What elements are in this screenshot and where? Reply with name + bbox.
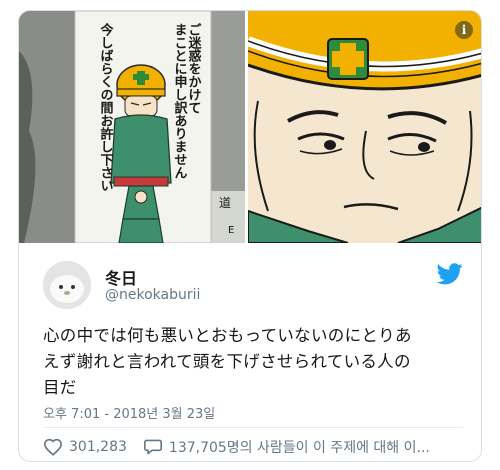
tweet-actions: 301,283 137,705명의 사람들이 이 주제에 대해 이...: [43, 437, 446, 457]
like-action[interactable]: 301,283: [43, 438, 127, 456]
sign-edge-text: E: [228, 225, 234, 236]
divider: [43, 427, 463, 428]
worker-sign-illustration: ご迷惑をかけて まことに申し訳ありません 今しばらくの間お許し下さい 道 E: [19, 11, 245, 243]
replies-action[interactable]: 137,705명의 사람들이 이 주제에 대해 이...: [143, 437, 430, 457]
like-count: 301,283: [69, 439, 127, 455]
tweet-header: 冬日 @nekokaburii: [43, 261, 463, 311]
tweet-text-line: 目だ: [43, 378, 77, 397]
tweet-card[interactable]: ご迷惑をかけて まことに申し訳ありません 今しばらくの間お許し下さい 道 E i…: [18, 10, 482, 462]
sign-corner-text: 道: [219, 196, 231, 210]
tweet-text-line: えず謝れと言われて頭を下げさせられている人の: [43, 352, 411, 371]
media-photo-left[interactable]: ご迷惑をかけて まことに申し訳ありません 今しばらくの間お許し下さい 道 E: [19, 11, 248, 243]
heart-icon: [43, 438, 63, 456]
sign-text-col-1: ご迷惑をかけて: [186, 22, 203, 114]
display-name[interactable]: 冬日: [105, 265, 137, 289]
tweet-text-line: 心の中では何も悪いとおもっていないのにとりあ: [43, 326, 412, 345]
user-handle[interactable]: @nekokaburii: [105, 287, 200, 303]
cat-avatar-icon: [43, 261, 91, 309]
tweet-timestamp[interactable]: 오후 7:01 - 2018년 3월 23일: [43, 403, 215, 422]
speech-bubble-icon: [143, 439, 162, 455]
media-grid: ご迷惑をかけて まことに申し訳ありません 今しばらくの間お許し下さい 道 E i: [19, 11, 481, 243]
media-photo-right[interactable]: i: [248, 11, 481, 243]
sign-text-col-2: まことに申し訳ありません: [172, 23, 188, 179]
replies-summary: 137,705명의 사람들이 이 주제에 대해 이...: [168, 440, 430, 456]
avatar[interactable]: [43, 261, 91, 309]
twitter-bird-icon[interactable]: [437, 263, 463, 285]
info-icon[interactable]: i: [455, 21, 473, 39]
sign-text-col-3: 今しばらくの間お許し下さい: [98, 22, 115, 192]
worker-face-closeup: [248, 11, 481, 243]
tweet-text: 心の中では何も悪いとおもっていないのにとりあ えず謝れと言われて頭を下げさせられ…: [43, 323, 463, 401]
